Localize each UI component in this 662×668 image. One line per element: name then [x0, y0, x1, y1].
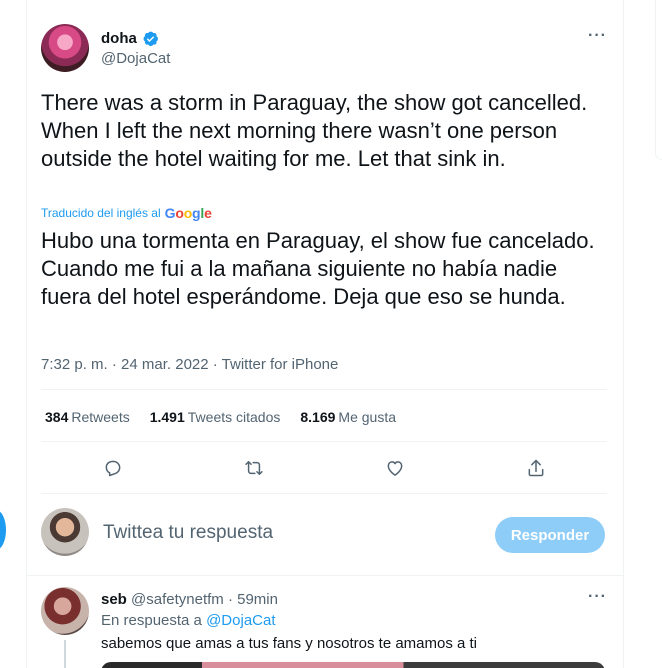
author-avatar[interactable] [41, 24, 89, 72]
share-icon [528, 459, 544, 477]
likes-label: Me gusta [338, 409, 397, 425]
reply-author-row[interactable]: seb @safetynetfm · 59min [101, 591, 278, 608]
heart-icon [387, 461, 403, 476]
reply-media-preview[interactable] [101, 662, 605, 668]
quotes-stat[interactable]: 1.491 Tweets citados [150, 409, 281, 425]
divider [41, 441, 607, 442]
tweet-timestamp-source[interactable]: 7:32 p. m. · 24 mar. 2022 · Twitter for … [41, 356, 338, 373]
current-user-avatar[interactable] [41, 508, 89, 556]
more-icon[interactable]: ··· [588, 27, 607, 45]
translation-attribution[interactable]: Traducido del inglés al Google [41, 205, 212, 221]
author-handle[interactable]: @DojaCat [101, 50, 170, 67]
reply-author-avatar[interactable] [41, 587, 89, 635]
reply-button[interactable] [96, 451, 130, 485]
retweets-count: 384 [45, 409, 69, 425]
author-display-name[interactable]: doha [101, 30, 137, 47]
reply-author-name[interactable]: seb [101, 591, 127, 608]
retweet-icon [245, 461, 263, 475]
translated-from-label[interactable]: Traducido del inglés al [41, 206, 161, 220]
likes-count: 8.169 [300, 409, 336, 425]
reply-author-meta[interactable]: @safetynetfm · 59min [131, 591, 278, 608]
in-reply-to-handle[interactable]: @DojaCat [206, 612, 275, 629]
like-button[interactable] [378, 451, 412, 485]
tweet-text: There was a storm in Paraguay, the show … [41, 90, 588, 171]
in-reply-to-prefix: En respuesta a [101, 612, 202, 629]
reply-tweet-text: sabemos que amas a tus fans y nosotros t… [101, 635, 478, 652]
divider [41, 389, 607, 390]
in-reply-to: En respuesta a @DojaCat [101, 612, 276, 629]
retweets-stat[interactable]: 384 Retweets [45, 409, 130, 425]
verified-badge-icon [143, 31, 158, 47]
section-divider [26, 575, 624, 576]
share-button[interactable] [519, 451, 553, 485]
retweet-button[interactable] [237, 451, 271, 485]
reply-compose-input[interactable]: Twittea tu respuesta [103, 522, 273, 544]
compose-fab-edge[interactable] [0, 510, 6, 550]
more-icon[interactable]: ··· [588, 588, 607, 606]
translated-tweet-text: Hubo una tormenta en Paraguay, el show f… [41, 228, 595, 309]
thread-connector-line [64, 640, 66, 668]
quotes-count: 1.491 [149, 409, 185, 425]
google-logo: Google [164, 205, 212, 221]
reply-icon [105, 460, 121, 477]
reply-submit-button[interactable]: Responder [495, 517, 605, 553]
retweets-label: Retweets [71, 409, 130, 425]
divider [41, 493, 607, 494]
tweet-action-bar [41, 451, 607, 485]
likes-stat[interactable]: 8.169 Me gusta [300, 409, 396, 425]
author-name-row[interactable]: doha [101, 30, 159, 47]
quotes-label: Tweets citados [187, 409, 281, 425]
sidebar-panel-edge [655, 0, 662, 160]
engagement-stats: 384 Retweets 1.491 Tweets citados 8.169 Me … [45, 409, 396, 425]
